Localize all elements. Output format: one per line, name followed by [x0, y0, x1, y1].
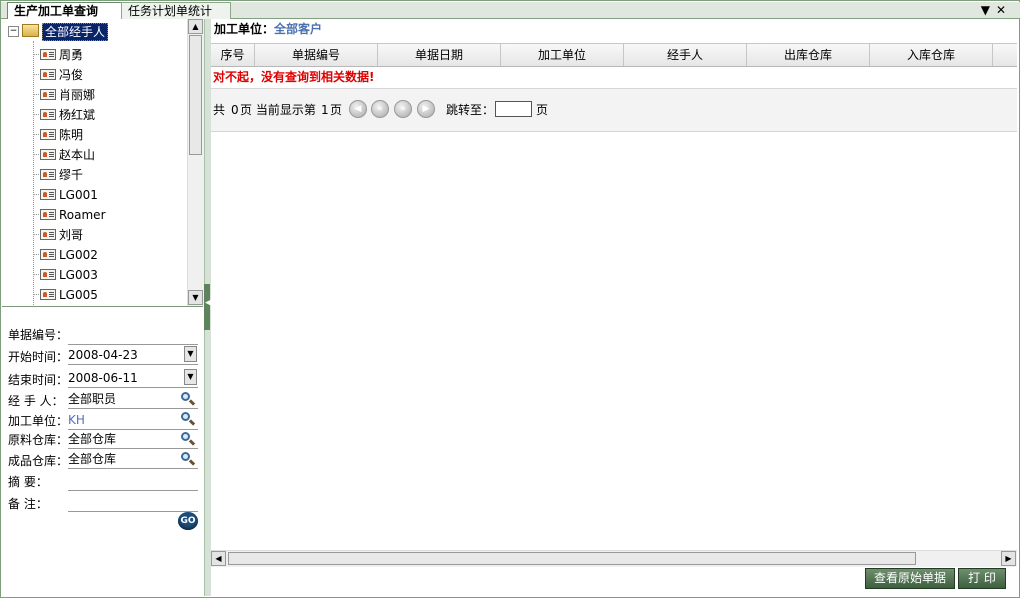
proc-unit-label: 加工单位： [8, 414, 69, 428]
finished-store-label: 成品仓库： [8, 454, 69, 468]
scroll-left-icon[interactable]: ◀ [211, 551, 226, 566]
next-page-icon[interactable]: » [394, 100, 412, 118]
view-original-doc-button[interactable]: 查看原始单据 [865, 568, 955, 589]
start-time-label: 开始时间： [8, 350, 69, 364]
column-header[interactable]: 加工单位 [501, 44, 624, 66]
remark-label: 备 注： [8, 497, 48, 511]
prev-page-icon[interactable]: « [371, 100, 389, 118]
pager-total-pages: 0 [231, 103, 239, 117]
unit-filter-display: 加工单位：全部客户 [214, 21, 322, 37]
person-card-icon [40, 89, 56, 100]
summary-input[interactable] [68, 472, 198, 491]
proc-unit-input[interactable]: KH [68, 411, 198, 430]
menu-dropdown-icon[interactable]: ▼ [981, 3, 996, 17]
tree-root-label[interactable]: 全部经手人 [42, 23, 109, 41]
person-card-icon [40, 229, 56, 240]
grid-horizontal-scrollbar[interactable]: ◀ ▶ [211, 550, 1017, 567]
person-card-icon [40, 49, 56, 60]
person-card-icon [40, 209, 56, 220]
last-page-icon[interactable]: ▶ [417, 100, 435, 118]
end-time-label: 结束时间： [8, 373, 69, 387]
scroll-up-icon[interactable]: ▲ [188, 19, 203, 34]
person-card-icon [40, 149, 56, 160]
column-header[interactable]: 单据日期 [378, 44, 501, 66]
person-card-icon [40, 249, 56, 260]
unit-value: 全部客户 [274, 22, 323, 36]
folder-open-icon [22, 24, 39, 37]
summary-label: 摘 要： [8, 475, 48, 489]
end-time-input[interactable]: 2008-06-11 [68, 369, 198, 388]
scroll-thumb[interactable] [228, 552, 916, 565]
column-header[interactable]: 入库仓库 [870, 44, 993, 66]
scroll-down-icon[interactable]: ▼ [188, 290, 203, 305]
handler-input[interactable]: 全部职员 [68, 390, 198, 409]
remark-input[interactable] [68, 493, 198, 512]
pager-total-prefix: 共 [213, 103, 226, 117]
doc-no-label: 单据编号： [8, 328, 69, 342]
person-card-icon [40, 109, 56, 120]
handler-tree: − 全部经手人 周勇 冯俊 肖丽娜 杨红斌 陈明 赵本山 缪千 LG001 Ro… [2, 19, 188, 306]
first-page-icon[interactable]: ◀ [349, 100, 367, 118]
finished-store-input[interactable]: 全部仓库 [68, 450, 198, 469]
raw-store-label: 原料仓库： [8, 433, 69, 447]
jump-label: 跳转至： [446, 103, 495, 117]
scroll-thumb[interactable] [189, 35, 202, 155]
jump-page-input[interactable] [495, 101, 532, 117]
person-card-icon [40, 289, 56, 300]
pager-total-suffix: 页 当前显示第 [240, 103, 316, 117]
column-header[interactable]: 经手人 [624, 44, 747, 66]
proc-unit-search-icon[interactable] [180, 411, 196, 427]
start-time-input[interactable]: 2008-04-23 [68, 346, 198, 365]
column-header[interactable]: 出库仓库 [747, 44, 870, 66]
divider [2, 306, 203, 307]
print-button[interactable]: 打 印 [958, 568, 1006, 589]
pager-current-page: 1 [321, 103, 329, 117]
raw-store-search-icon[interactable] [180, 431, 196, 447]
person-card-icon [40, 189, 56, 200]
doc-no-input[interactable] [68, 326, 198, 345]
empty-message: 对不起，没有查询到相关数据! [213, 70, 375, 84]
end-time-dropdown-icon[interactable]: ▼ [184, 369, 197, 385]
unit-label: 加工单位： [214, 22, 275, 36]
person-card-icon [40, 69, 56, 80]
tab-production-query[interactable]: 生产加工单查询 [7, 2, 125, 19]
jump-suffix: 页 [536, 103, 549, 117]
grid-header: 序号 单据编号 单据日期 加工单位 经手人 出库仓库 入库仓库 [211, 43, 1017, 67]
handler-label: 经 手 人： [8, 394, 64, 408]
tab-bar: 生产加工单查询 任务计划单统计 ▼✕ [1, 2, 1020, 19]
tab-task-plan-stats[interactable]: 任务计划单统计 [121, 2, 231, 19]
pager: 共 0 页 当前显示第 1 页 ◀ « » ▶ 跳转至： 页 [211, 88, 1017, 132]
person-card-icon [40, 269, 56, 280]
person-card-icon [40, 169, 56, 180]
tree-vertical-scrollbar[interactable]: ▲ ▼ [187, 19, 204, 306]
column-header[interactable]: 单据编号 [255, 44, 378, 66]
pager-current-suffix: 页 [330, 103, 343, 117]
collapse-icon[interactable]: − [8, 26, 19, 37]
scroll-right-icon[interactable]: ▶ [1001, 551, 1016, 566]
finished-store-search-icon[interactable] [180, 451, 196, 467]
close-icon[interactable]: ✕ [996, 3, 1012, 17]
column-header[interactable]: 序号 [211, 44, 255, 66]
person-card-icon [40, 129, 56, 140]
go-button[interactable]: GO [178, 512, 198, 530]
start-time-dropdown-icon[interactable]: ▼ [184, 346, 197, 362]
window-controls: ▼✕ [981, 3, 1012, 17]
handler-search-icon[interactable] [180, 391, 196, 407]
raw-store-input[interactable]: 全部仓库 [68, 430, 198, 449]
